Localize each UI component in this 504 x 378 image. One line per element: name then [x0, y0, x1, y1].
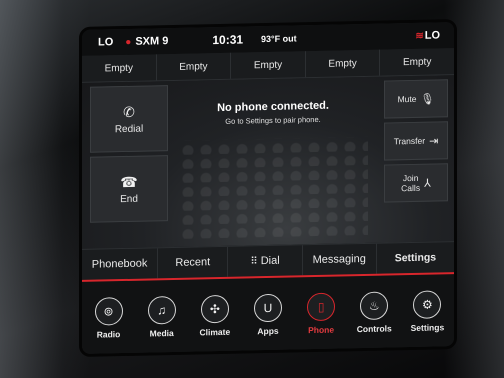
transfer-icon: ⇥	[429, 134, 439, 148]
music-note-icon: ♫	[147, 295, 176, 325]
keypad-icon: ⠿	[250, 255, 257, 267]
outside-temperature: 93°F out	[261, 33, 297, 45]
dock-phone[interactable]: ▯ Phone	[295, 292, 347, 335]
favorite-slot[interactable]: Empty	[82, 54, 157, 82]
bezel-glare	[0, 0, 90, 378]
dock-climate[interactable]: ✣ Climate	[189, 294, 241, 338]
climate-right-setting[interactable]: ≋LO	[415, 29, 440, 42]
hexagon-background	[178, 136, 368, 241]
apps-icon: U	[253, 293, 282, 323]
dock-controls[interactable]: ♨ Controls	[348, 291, 400, 334]
favorite-slot[interactable]: Empty	[305, 49, 381, 78]
connection-message: No phone connected. Go to Settings to pa…	[178, 99, 368, 127]
sxm-signal-icon: ●	[125, 36, 132, 48]
radio-station[interactable]: SXM 9	[135, 35, 168, 48]
dock-label: Controls	[356, 323, 392, 335]
transfer-label: Transfer	[393, 135, 426, 147]
message-title: No phone connected.	[217, 99, 329, 115]
main-menu-dock: ⊚ Radio ♫ Media ✣ Climate U Apps ▯ Phone…	[82, 272, 454, 354]
redial-label: Redial	[114, 123, 144, 135]
dock-label: Radio	[96, 329, 121, 340]
transfer-button[interactable]: Transfer ⇥	[384, 121, 448, 161]
dock-label: Media	[149, 327, 174, 339]
dock-label: Climate	[199, 326, 231, 338]
fan-icon: ✣	[200, 294, 229, 324]
dock-apps[interactable]: U Apps	[242, 293, 294, 336]
tab-messaging[interactable]: Messaging	[302, 243, 377, 276]
dock-label: Phone	[308, 324, 335, 336]
phone-icon: ▯	[307, 292, 336, 322]
tab-dial[interactable]: ⠿ Dial	[228, 245, 303, 277]
favorite-slot[interactable]: Empty	[380, 48, 454, 76]
favorite-slot[interactable]: Empty	[231, 51, 306, 79]
join-calls-button[interactable]: Join Calls ⅄	[384, 163, 448, 203]
mute-mic-icon: 🎙	[420, 93, 435, 106]
end-label: End	[120, 193, 138, 205]
end-call-button[interactable]: ☎ End	[90, 155, 168, 223]
favorite-slot[interactable]: Empty	[156, 52, 232, 81]
dock-settings[interactable]: ⚙ Settings	[401, 290, 453, 333]
tab-phonebook[interactable]: Phonebook	[82, 248, 159, 280]
join-label-line2: Calls	[401, 182, 421, 194]
radio-tower-icon: ⊚	[94, 297, 123, 326]
dock-label: Settings	[410, 322, 445, 334]
tab-recent[interactable]: Recent	[158, 246, 229, 279]
clock: 10:31	[212, 32, 244, 48]
message-subtitle: Go to Settings to pair phone.	[225, 114, 321, 126]
gear-icon: ⚙	[413, 290, 442, 319]
merge-icon: ⅄	[424, 177, 431, 190]
join-label-line1: Join	[402, 172, 419, 184]
climate-left-setting[interactable]: LO	[98, 36, 113, 48]
tab-settings[interactable]: Settings	[377, 242, 454, 274]
mute-button[interactable]: Mute 🎙	[384, 79, 448, 119]
dock-label: Apps	[257, 325, 279, 337]
dock-radio[interactable]: ⊚ Radio	[83, 297, 135, 340]
phone-panel: ✆ Redial ☎ End No phone connected. Go to…	[82, 75, 454, 249]
redial-button[interactable]: ✆ Redial	[90, 85, 168, 153]
mute-label: Mute	[397, 93, 417, 105]
hang-up-icon: ☎	[120, 173, 138, 190]
infotainment-screen: LO ● SXM 9 10:31 93°F out ≋LO Empty Empt…	[82, 22, 454, 354]
join-label: Join Calls	[401, 173, 420, 193]
dial-label: Dial	[260, 254, 280, 268]
dock-media[interactable]: ♫ Media	[136, 295, 188, 339]
seat-heat-icon: ≋	[415, 30, 424, 42]
redial-icon: ✆	[123, 103, 135, 120]
seat-icon: ♨	[360, 291, 389, 321]
climate-right-value: LO	[424, 29, 440, 42]
